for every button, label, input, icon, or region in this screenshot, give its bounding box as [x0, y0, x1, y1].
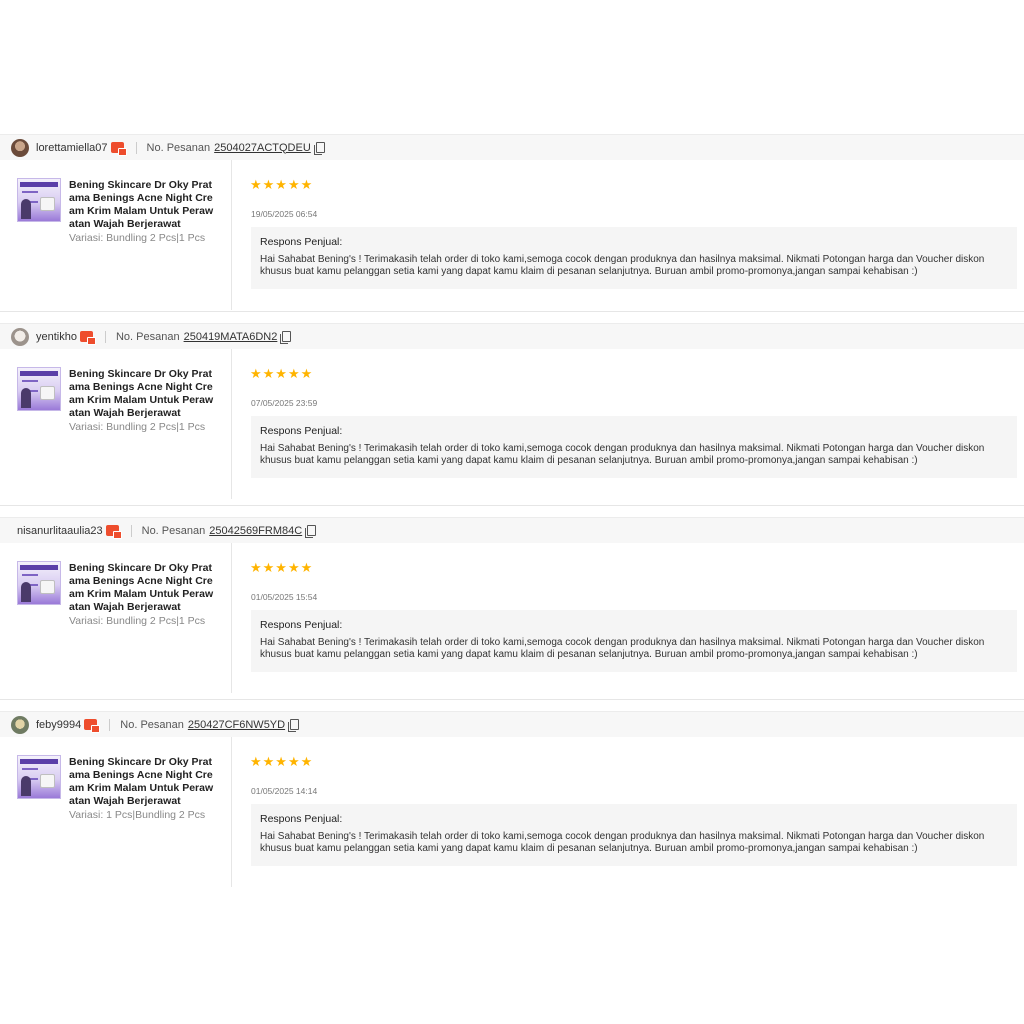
product-thumbnail[interactable] — [17, 367, 61, 411]
seller-response-title: Respons Penjual: — [260, 619, 343, 631]
review-body: Bening Skincare Dr Oky Pratama Benings A… — [0, 349, 1024, 499]
review-divider — [0, 505, 1024, 506]
review-body: Bening Skincare Dr Oky Pratama Benings A… — [0, 737, 1024, 887]
order-label: No. Pesanan — [120, 718, 184, 731]
divider — [135, 141, 137, 154]
order-label: No. Pesanan — [141, 524, 206, 537]
avatar[interactable] — [11, 327, 29, 346]
product-variation: Variasi: Bundling 2 Pcs|1 Pcs — [69, 421, 206, 433]
seller-response-text: Hai Sahabat Bening's ! Terimakasih telah… — [260, 254, 985, 277]
review-header: feby9994 No. Pesanan 250427CF6NW5YD — [0, 711, 1024, 737]
review-divider — [0, 311, 1024, 312]
seller-response-title: Respons Penjual: — [260, 236, 343, 248]
order-label: No. Pesanan — [146, 141, 211, 154]
star-rating: ★★★★★ — [250, 560, 314, 575]
username[interactable]: yentikho — [36, 331, 77, 343]
chat-icon[interactable] — [110, 142, 127, 156]
avatar[interactable] — [11, 715, 29, 734]
review-date: 19/05/2025 06:54 — [251, 209, 318, 219]
star-rating: ★★★★★ — [250, 366, 314, 381]
copy-icon[interactable] — [288, 719, 300, 732]
order-number-link[interactable]: 25042569FRM84C — [209, 525, 302, 537]
seller-response: Respons Penjual: Hai Sahabat Bening's ! … — [251, 227, 1017, 289]
product-thumbnail[interactable] — [17, 755, 61, 799]
divider — [109, 718, 111, 731]
star-rating: ★★★★★ — [250, 177, 314, 192]
column-divider — [231, 160, 232, 310]
divider — [130, 524, 132, 537]
review-date: 01/05/2025 15:54 — [251, 592, 318, 602]
review-header: nisanurlitaaulia23 No. Pesanan 25042569F… — [0, 517, 1024, 543]
username[interactable]: nisanurlitaaulia23 — [17, 525, 103, 537]
chat-icon[interactable] — [105, 525, 122, 539]
copy-icon[interactable] — [280, 331, 292, 344]
review-header: yentikho No. Pesanan 250419MATA6DN2 — [0, 323, 1024, 349]
divider — [104, 330, 106, 343]
seller-response: Respons Penjual: Hai Sahabat Bening's ! … — [251, 804, 1017, 866]
column-divider — [231, 349, 232, 499]
product-thumbnail[interactable] — [17, 178, 61, 222]
order-number-link[interactable]: 250419MATA6DN2 — [184, 331, 278, 343]
order-number-link[interactable]: 2504027ACTQDEU — [214, 142, 311, 154]
product-variation: Variasi: 1 Pcs|Bundling 2 Pcs — [69, 809, 206, 821]
order-number-link[interactable]: 250427CF6NW5YD — [188, 719, 285, 731]
seller-response-text: Hai Sahabat Bening's ! Terimakasih telah… — [260, 637, 985, 660]
seller-response-title: Respons Penjual: — [260, 425, 343, 437]
review-date: 07/05/2025 23:59 — [251, 398, 318, 408]
column-divider — [231, 737, 232, 887]
review-card: feby9994 No. Pesanan 250427CF6NW5YD Beni… — [0, 711, 1024, 887]
seller-response-text: Hai Sahabat Bening's ! Terimakasih telah… — [260, 831, 985, 854]
product-thumbnail[interactable] — [17, 561, 61, 605]
review-body: Bening Skincare Dr Oky Pratama Benings A… — [0, 160, 1024, 310]
seller-response: Respons Penjual: Hai Sahabat Bening's ! … — [251, 610, 1017, 672]
column-divider — [231, 543, 232, 693]
chat-icon[interactable] — [84, 719, 101, 733]
username[interactable]: feby9994 — [36, 719, 81, 731]
product-name[interactable]: Bening Skincare Dr Oky Pratama Benings A… — [69, 179, 214, 231]
review-card: nisanurlitaaulia23 No. Pesanan 25042569F… — [0, 517, 1024, 693]
review-divider — [0, 699, 1024, 700]
seller-response-title: Respons Penjual: — [260, 813, 343, 825]
product-name[interactable]: Bening Skincare Dr Oky Pratama Benings A… — [69, 368, 214, 420]
chat-icon[interactable] — [79, 331, 96, 345]
product-variation: Variasi: Bundling 2 Pcs|1 Pcs — [69, 232, 206, 244]
seller-response: Respons Penjual: Hai Sahabat Bening's ! … — [251, 416, 1017, 478]
product-name[interactable]: Bening Skincare Dr Oky Pratama Benings A… — [69, 562, 214, 614]
review-body: Bening Skincare Dr Oky Pratama Benings A… — [0, 543, 1024, 693]
seller-response-text: Hai Sahabat Bening's ! Terimakasih telah… — [260, 443, 985, 466]
review-date: 01/05/2025 14:14 — [251, 786, 318, 796]
product-variation: Variasi: Bundling 2 Pcs|1 Pcs — [69, 615, 206, 627]
copy-icon[interactable] — [313, 142, 325, 155]
avatar[interactable] — [11, 138, 29, 157]
review-card: yentikho No. Pesanan 250419MATA6DN2 Beni… — [0, 323, 1024, 499]
order-label: No. Pesanan — [115, 330, 180, 343]
copy-icon[interactable] — [305, 525, 317, 538]
review-header: lorettamiella07 No. Pesanan 2504027ACTQD… — [0, 134, 1024, 160]
product-name[interactable]: Bening Skincare Dr Oky Pratama Benings A… — [69, 756, 214, 808]
star-rating: ★★★★★ — [250, 754, 314, 769]
username[interactable]: lorettamiella07 — [36, 142, 108, 154]
review-card: lorettamiella07 No. Pesanan 2504027ACTQD… — [0, 134, 1024, 310]
